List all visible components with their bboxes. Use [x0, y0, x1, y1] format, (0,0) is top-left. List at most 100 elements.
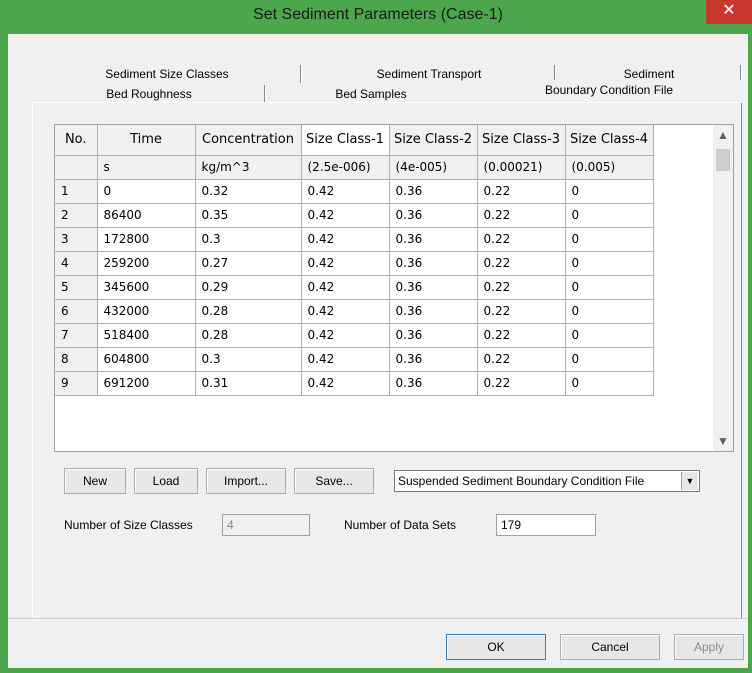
table-cell[interactable]: 0.3	[195, 227, 302, 252]
scroll-down-icon[interactable]: ▼	[713, 431, 733, 451]
header-size-class-4[interactable]: Size Class-4	[565, 125, 654, 156]
units-cell[interactable]: (0.00021)	[477, 155, 566, 180]
scroll-thumb[interactable]	[716, 149, 730, 171]
table-cell[interactable]: 0	[565, 227, 654, 252]
row-number[interactable]: 8	[55, 347, 98, 372]
data-sets-field[interactable]: 179	[496, 514, 596, 536]
table-cell[interactable]: 0.36	[389, 251, 478, 276]
table-cell[interactable]: 0.22	[477, 275, 566, 300]
header-size-class-2[interactable]: Size Class-2	[389, 125, 478, 156]
table-cell[interactable]: 0.36	[389, 227, 478, 252]
load-button[interactable]: Load	[134, 468, 198, 494]
table-cell[interactable]: 0.42	[301, 227, 390, 252]
table-cell[interactable]: 0.42	[301, 371, 390, 396]
table-cell[interactable]: 691200	[97, 371, 196, 396]
table-cell[interactable]: 0.31	[195, 371, 302, 396]
import-button[interactable]: Import...	[206, 468, 286, 494]
units-cell[interactable]: (4e-005)	[389, 155, 478, 180]
table-cell[interactable]: 604800	[97, 347, 196, 372]
close-button[interactable]: ✕	[706, 0, 752, 24]
save-button[interactable]: Save...	[294, 468, 374, 494]
ok-button[interactable]: OK	[446, 634, 546, 660]
chevron-down-icon[interactable]: ▼	[681, 472, 698, 490]
row-number[interactable]: 5	[55, 275, 98, 300]
table-cell[interactable]: 0	[565, 347, 654, 372]
table-cell[interactable]: 0.22	[477, 203, 566, 228]
table-cell[interactable]: 0.22	[477, 179, 566, 204]
table-cell[interactable]: 259200	[97, 251, 196, 276]
table-cell[interactable]: 0	[565, 275, 654, 300]
title-bar[interactable]: Set Sediment Parameters (Case-1) ✕	[8, 0, 752, 34]
table-cell[interactable]: 0.28	[195, 323, 302, 348]
table-cell[interactable]: 0.42	[301, 323, 390, 348]
table-cell[interactable]: 0.29	[195, 275, 302, 300]
row-number[interactable]: 2	[55, 203, 98, 228]
table-cell[interactable]: 0.22	[477, 347, 566, 372]
row-number[interactable]: 6	[55, 299, 98, 324]
table-cell[interactable]: 0.42	[301, 203, 390, 228]
table-cell[interactable]: 345600	[97, 275, 196, 300]
table-cell[interactable]: 0.36	[389, 275, 478, 300]
table-cell[interactable]: 432000	[97, 299, 196, 324]
file-type-select[interactable]: Suspended Sediment Boundary Condition Fi…	[394, 470, 700, 492]
table-cell[interactable]: 0	[565, 371, 654, 396]
table-row: 1 0 0.32 0.42 0.36 0.22 0	[55, 179, 654, 204]
header-no[interactable]: No.	[55, 125, 98, 156]
table-cell[interactable]: 0.42	[301, 347, 390, 372]
header-concentration[interactable]: Concentration	[195, 125, 302, 156]
grid-vertical-scrollbar[interactable]: ▲ ▼	[713, 125, 733, 451]
table-cell[interactable]: 0	[565, 299, 654, 324]
units-cell[interactable]: s	[97, 155, 196, 180]
tab-sediment-size-classes[interactable]: Sediment Size Classes	[32, 64, 302, 84]
units-cell[interactable]: kg/m^3	[195, 155, 302, 180]
units-cell[interactable]: (2.5e-006)	[301, 155, 390, 180]
table-cell[interactable]: 0.36	[389, 299, 478, 324]
table-cell[interactable]: 0.22	[477, 299, 566, 324]
table-cell[interactable]: 0.36	[389, 371, 478, 396]
header-size-class-1[interactable]: Size Class-1	[301, 125, 390, 156]
units-cell[interactable]: (0.005)	[565, 155, 654, 180]
table-cell[interactable]: 0.36	[389, 323, 478, 348]
table-cell[interactable]: 0.36	[389, 203, 478, 228]
tab-bed-samples[interactable]: Bed Samples	[266, 84, 476, 104]
apply-button[interactable]: Apply	[674, 634, 744, 660]
tab-boundary-condition-file[interactable]: Boundary Condition File	[476, 80, 742, 102]
table-cell[interactable]: 0.22	[477, 323, 566, 348]
header-time[interactable]: Time	[97, 125, 196, 156]
table-cell[interactable]: 0.42	[301, 299, 390, 324]
tab-bed-roughness[interactable]: Bed Roughness	[32, 84, 266, 104]
row-number[interactable]: 4	[55, 251, 98, 276]
table-row: 3 172800 0.3 0.42 0.36 0.22 0	[55, 227, 654, 252]
table-cell[interactable]: 0.22	[477, 251, 566, 276]
table-cell[interactable]: 0.42	[301, 251, 390, 276]
table-cell[interactable]: 86400	[97, 203, 196, 228]
table-cell[interactable]: 0	[565, 323, 654, 348]
table-cell[interactable]: 0	[97, 179, 196, 204]
row-number[interactable]: 7	[55, 323, 98, 348]
table-cell[interactable]: 0	[565, 203, 654, 228]
table-cell[interactable]: 518400	[97, 323, 196, 348]
header-size-class-3[interactable]: Size Class-3	[477, 125, 566, 156]
table-cell[interactable]: 0	[565, 251, 654, 276]
table-cell[interactable]: 0.22	[477, 227, 566, 252]
tab-row-front: Bed Roughness Bed Samples Boundary Condi…	[32, 80, 742, 104]
row-number[interactable]: 3	[55, 227, 98, 252]
scroll-up-icon[interactable]: ▲	[713, 125, 733, 145]
table-cell[interactable]: 0.35	[195, 203, 302, 228]
table-cell[interactable]: 0.22	[477, 371, 566, 396]
table-cell[interactable]: 0.32	[195, 179, 302, 204]
new-button[interactable]: New	[64, 468, 126, 494]
row-number[interactable]: 1	[55, 179, 98, 204]
row-number[interactable]: 9	[55, 371, 98, 396]
table-cell[interactable]: 0	[565, 179, 654, 204]
table-cell[interactable]: 172800	[97, 227, 196, 252]
table-cell[interactable]: 0.3	[195, 347, 302, 372]
table-cell[interactable]: 0.28	[195, 299, 302, 324]
table-cell[interactable]: 0.27	[195, 251, 302, 276]
table-cell[interactable]: 0.42	[301, 275, 390, 300]
table-cell[interactable]: 0.36	[389, 347, 478, 372]
table-cell[interactable]: 0.42	[301, 179, 390, 204]
boundary-data-grid[interactable]: No. Time Concentration Size Class-1 Size…	[54, 124, 734, 452]
table-cell[interactable]: 0.36	[389, 179, 478, 204]
cancel-button[interactable]: Cancel	[560, 634, 660, 660]
